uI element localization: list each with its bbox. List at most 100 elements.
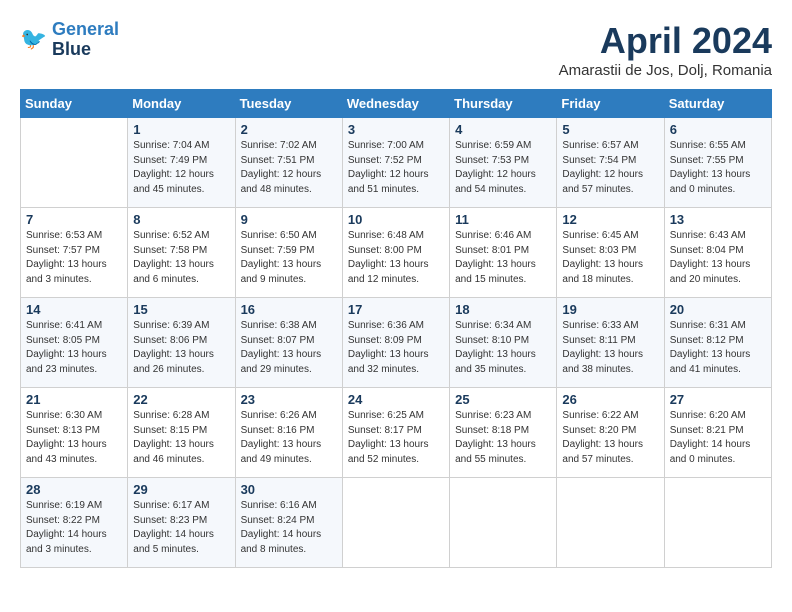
calendar-cell: 6 Sunrise: 6:55 AM Sunset: 7:55 PM Daylig…: [664, 118, 771, 208]
day-number: 22: [133, 392, 229, 407]
day-info: Sunrise: 6:46 AM Sunset: 8:01 PM Dayligh…: [455, 229, 551, 287]
calendar-table: SundayMondayTuesdayWednesdayThursdayFrid…: [20, 89, 772, 568]
month-title: April 2024: [559, 20, 772, 62]
day-info: Sunrise: 6:22 AM Sunset: 8:20 PM Dayligh…: [562, 409, 658, 467]
calendar-cell: [21, 118, 128, 208]
day-number: 17: [348, 302, 444, 317]
day-number: 27: [670, 392, 766, 407]
calendar-cell: [450, 478, 557, 568]
day-number: 13: [670, 212, 766, 227]
calendar-cell: [664, 478, 771, 568]
calendar-cell: 7 Sunrise: 6:53 AM Sunset: 7:57 PM Daylig…: [21, 208, 128, 298]
day-number: 15: [133, 302, 229, 317]
day-number: 11: [455, 212, 551, 227]
day-info: Sunrise: 6:39 AM Sunset: 8:06 PM Dayligh…: [133, 319, 229, 377]
calendar-cell: [342, 478, 449, 568]
day-number: 8: [133, 212, 229, 227]
day-info: Sunrise: 6:30 AM Sunset: 8:13 PM Dayligh…: [26, 409, 122, 467]
day-number: 21: [26, 392, 122, 407]
calendar-cell: 19Sunrise: 6:33 AM Sunset: 8:11 PM Dayli…: [557, 298, 664, 388]
calendar-cell: 27 Sunrise: 6:20 AM Sunset: 8:21 PM Dayli…: [664, 388, 771, 478]
calendar-cell: 22 Sunrise: 6:28 AM Sunset: 8:15 PM Dayli…: [128, 388, 235, 478]
day-number: 29: [133, 482, 229, 497]
day-number: 20: [670, 302, 766, 317]
day-info: Sunrise: 6:26 AM Sunset: 8:16 PM Dayligh…: [241, 409, 337, 467]
calendar-cell: 20Sunrise: 6:31 AM Sunset: 8:12 PM Dayli…: [664, 298, 771, 388]
day-info: Sunrise: 6:33 AM Sunset: 8:11 PM Dayligh…: [562, 319, 658, 377]
day-info: Sunrise: 7:00 AM Sunset: 7:52 PM Dayligh…: [348, 139, 444, 197]
calendar-cell: 9Sunrise: 6:50 AM Sunset: 7:59 PM Daylig…: [235, 208, 342, 298]
day-number: 12: [562, 212, 658, 227]
svg-text:🐦: 🐦: [20, 26, 47, 51]
day-number: 2: [241, 122, 337, 137]
day-info: Sunrise: 6:59 AM Sunset: 7:53 PM Dayligh…: [455, 139, 551, 197]
day-info: Sunrise: 6:16 AM Sunset: 8:24 PM Dayligh…: [241, 499, 337, 557]
day-header-thursday: Thursday: [450, 90, 557, 118]
calendar-cell: 25 Sunrise: 6:23 AM Sunset: 8:18 PM Dayli…: [450, 388, 557, 478]
day-number: 10: [348, 212, 444, 227]
day-info: Sunrise: 6:20 AM Sunset: 8:21 PM Dayligh…: [670, 409, 766, 467]
week-row-2: 7 Sunrise: 6:53 AM Sunset: 7:57 PM Daylig…: [21, 208, 772, 298]
page-header: 🐦 General Blue April 2024 Amarastii de J…: [20, 20, 772, 79]
day-info: Sunrise: 6:55 AM Sunset: 7:55 PM Dayligh…: [670, 139, 766, 197]
day-number: 18: [455, 302, 551, 317]
calendar-cell: 28 Sunrise: 6:19 AM Sunset: 8:22 PM Dayli…: [21, 478, 128, 568]
day-info: Sunrise: 6:45 AM Sunset: 8:03 PM Dayligh…: [562, 229, 658, 287]
day-number: 30: [241, 482, 337, 497]
calendar-cell: 23 Sunrise: 6:26 AM Sunset: 8:16 PM Dayli…: [235, 388, 342, 478]
calendar-cell: 18 Sunrise: 6:34 AM Sunset: 8:10 PM Dayli…: [450, 298, 557, 388]
calendar-cell: 17 Sunrise: 6:36 AM Sunset: 8:09 PM Dayli…: [342, 298, 449, 388]
day-info: Sunrise: 6:53 AM Sunset: 7:57 PM Dayligh…: [26, 229, 122, 287]
day-info: Sunrise: 6:48 AM Sunset: 8:00 PM Dayligh…: [348, 229, 444, 287]
calendar-cell: 29Sunrise: 6:17 AM Sunset: 8:23 PM Dayli…: [128, 478, 235, 568]
day-info: Sunrise: 6:23 AM Sunset: 8:18 PM Dayligh…: [455, 409, 551, 467]
day-info: Sunrise: 6:43 AM Sunset: 8:04 PM Dayligh…: [670, 229, 766, 287]
day-number: 26: [562, 392, 658, 407]
calendar-cell: 2Sunrise: 7:02 AM Sunset: 7:51 PM Daylig…: [235, 118, 342, 208]
day-info: Sunrise: 6:19 AM Sunset: 8:22 PM Dayligh…: [26, 499, 122, 557]
day-info: Sunrise: 6:34 AM Sunset: 8:10 PM Dayligh…: [455, 319, 551, 377]
day-header-wednesday: Wednesday: [342, 90, 449, 118]
day-header-monday: Monday: [128, 90, 235, 118]
day-number: 1: [133, 122, 229, 137]
week-row-4: 21 Sunrise: 6:30 AM Sunset: 8:13 PM Dayli…: [21, 388, 772, 478]
calendar-cell: 11 Sunrise: 6:46 AM Sunset: 8:01 PM Dayli…: [450, 208, 557, 298]
logo-icon: 🐦: [20, 26, 48, 54]
calendar-cell: 8 Sunrise: 6:52 AM Sunset: 7:58 PM Daylig…: [128, 208, 235, 298]
day-number: 25: [455, 392, 551, 407]
day-number: 28: [26, 482, 122, 497]
day-info: Sunrise: 6:25 AM Sunset: 8:17 PM Dayligh…: [348, 409, 444, 467]
day-header-saturday: Saturday: [664, 90, 771, 118]
title-block: April 2024 Amarastii de Jos, Dolj, Roman…: [559, 20, 772, 79]
calendar-cell: 13 Sunrise: 6:43 AM Sunset: 8:04 PM Dayli…: [664, 208, 771, 298]
day-header-friday: Friday: [557, 90, 664, 118]
calendar-cell: 24Sunrise: 6:25 AM Sunset: 8:17 PM Dayli…: [342, 388, 449, 478]
calendar-cell: 14 Sunrise: 6:41 AM Sunset: 8:05 PM Dayli…: [21, 298, 128, 388]
day-number: 4: [455, 122, 551, 137]
week-row-1: 1 Sunrise: 7:04 AM Sunset: 7:49 PM Daylig…: [21, 118, 772, 208]
day-number: 14: [26, 302, 122, 317]
day-info: Sunrise: 6:36 AM Sunset: 8:09 PM Dayligh…: [348, 319, 444, 377]
day-number: 6: [670, 122, 766, 137]
day-info: Sunrise: 6:41 AM Sunset: 8:05 PM Dayligh…: [26, 319, 122, 377]
day-number: 16: [241, 302, 337, 317]
calendar-cell: 1 Sunrise: 7:04 AM Sunset: 7:49 PM Daylig…: [128, 118, 235, 208]
day-info: Sunrise: 6:28 AM Sunset: 8:15 PM Dayligh…: [133, 409, 229, 467]
logo: 🐦 General Blue: [20, 20, 119, 60]
calendar-cell: 21 Sunrise: 6:30 AM Sunset: 8:13 PM Dayli…: [21, 388, 128, 478]
day-header-tuesday: Tuesday: [235, 90, 342, 118]
calendar-cell: [557, 478, 664, 568]
logo-text: General Blue: [52, 20, 119, 60]
week-row-5: 28 Sunrise: 6:19 AM Sunset: 8:22 PM Dayli…: [21, 478, 772, 568]
calendar-body: 1 Sunrise: 7:04 AM Sunset: 7:49 PM Daylig…: [21, 118, 772, 568]
day-number: 5: [562, 122, 658, 137]
day-info: Sunrise: 7:04 AM Sunset: 7:49 PM Dayligh…: [133, 139, 229, 197]
calendar-cell: 26 Sunrise: 6:22 AM Sunset: 8:20 PM Dayli…: [557, 388, 664, 478]
day-info: Sunrise: 6:52 AM Sunset: 7:58 PM Dayligh…: [133, 229, 229, 287]
calendar-header-row: SundayMondayTuesdayWednesdayThursdayFrid…: [21, 90, 772, 118]
day-number: 7: [26, 212, 122, 227]
calendar-cell: 5Sunrise: 6:57 AM Sunset: 7:54 PM Daylig…: [557, 118, 664, 208]
calendar-cell: 16Sunrise: 6:38 AM Sunset: 8:07 PM Dayli…: [235, 298, 342, 388]
location-subtitle: Amarastii de Jos, Dolj, Romania: [559, 62, 772, 79]
day-number: 23: [241, 392, 337, 407]
